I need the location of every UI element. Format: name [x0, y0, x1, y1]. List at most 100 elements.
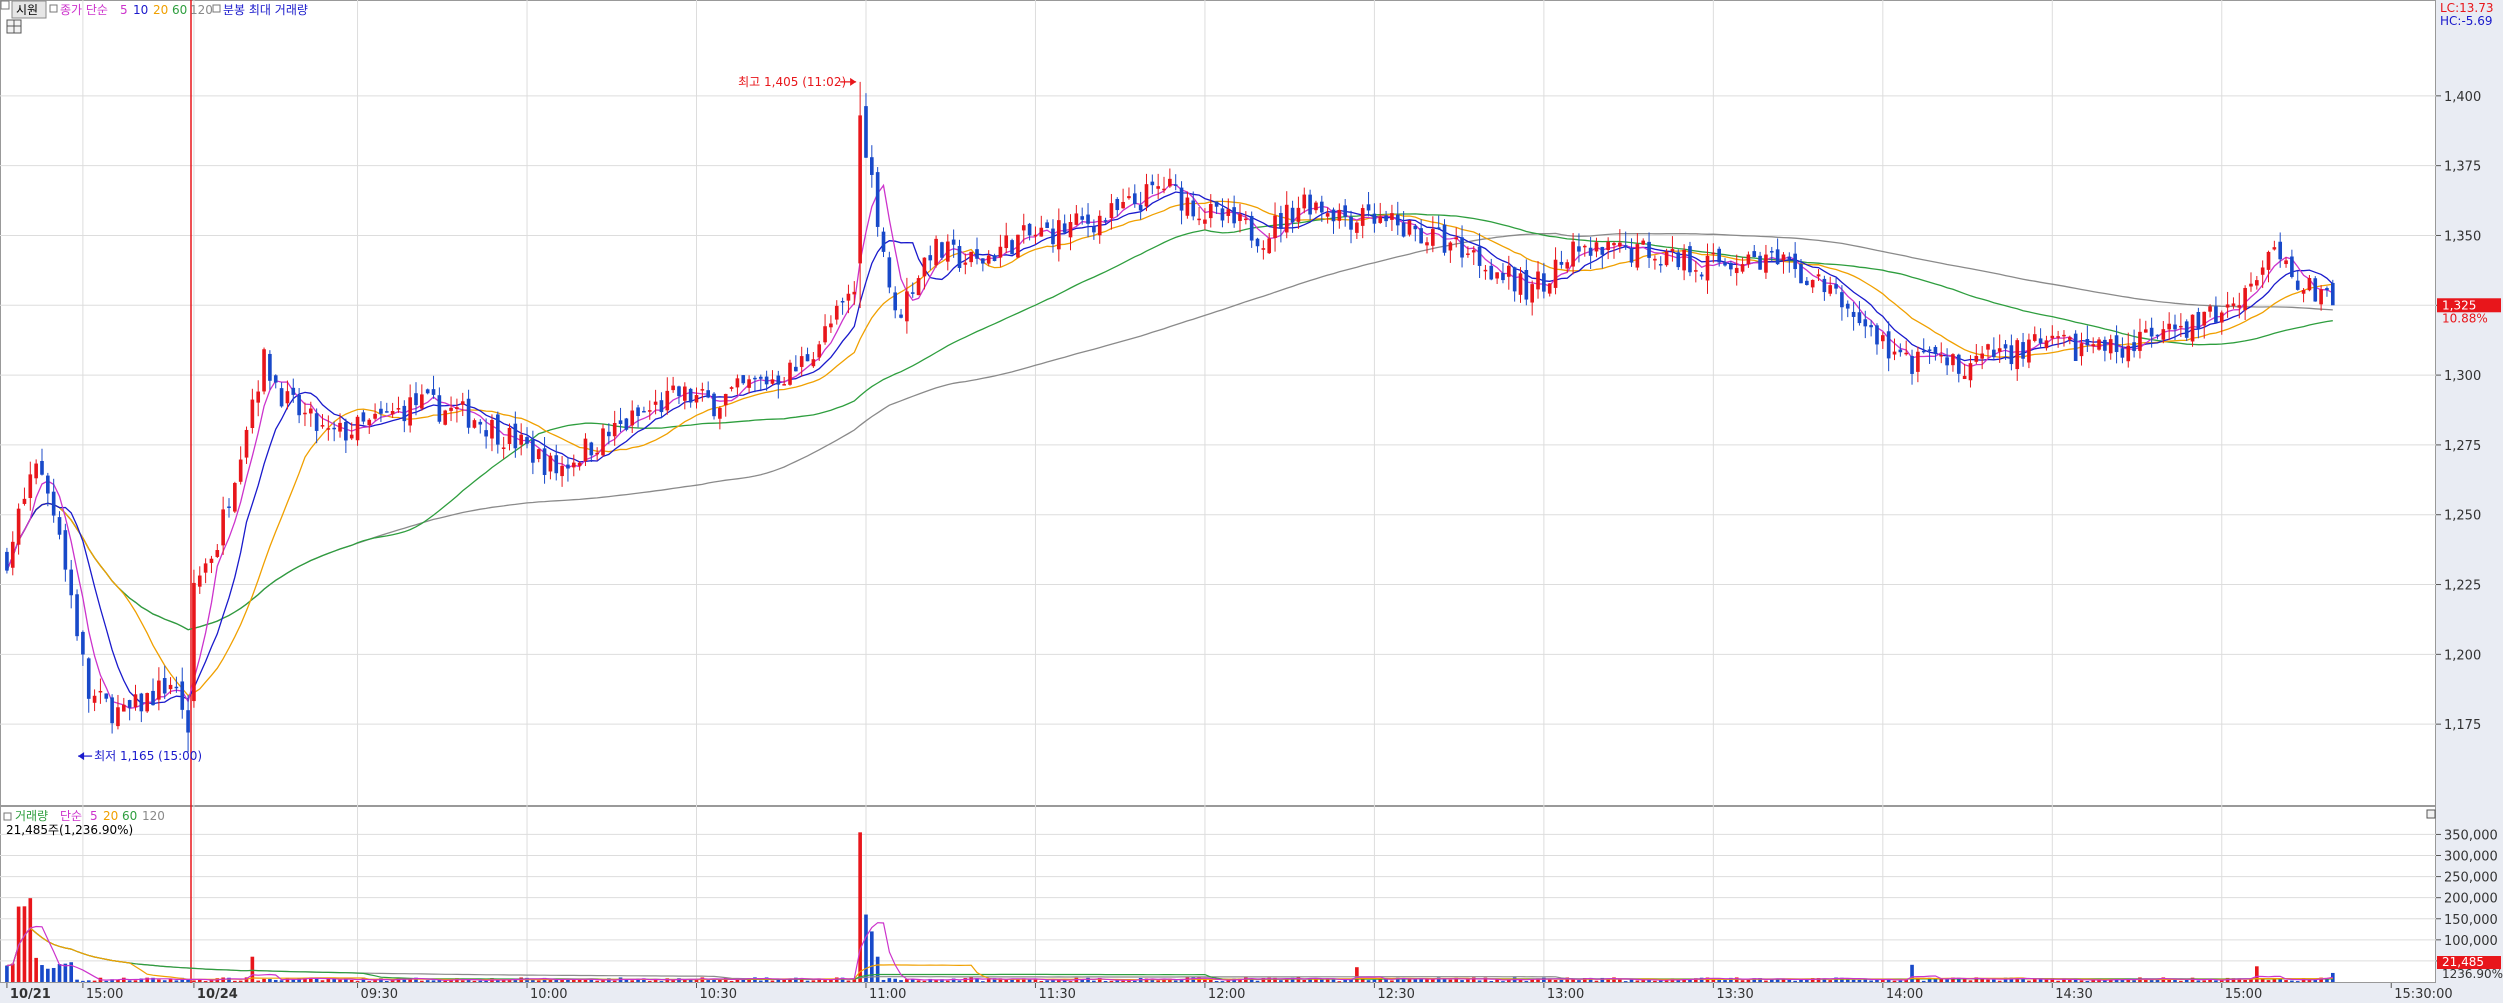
- candle-body[interactable]: [1466, 253, 1470, 255]
- candle-body[interactable]: [1723, 262, 1727, 266]
- candle-body[interactable]: [2219, 312, 2224, 323]
- candle-body[interactable]: [2190, 314, 2195, 342]
- volume-bar[interactable]: [472, 980, 477, 982]
- volume-bar[interactable]: [262, 978, 266, 982]
- volume-bar[interactable]: [1524, 981, 1529, 983]
- candle-body[interactable]: [1477, 246, 1482, 266]
- volume-bar[interactable]: [647, 980, 652, 982]
- candle-body[interactable]: [788, 362, 792, 385]
- candle-body[interactable]: [186, 710, 190, 733]
- volume-bar[interactable]: [910, 979, 915, 982]
- candle-body[interactable]: [583, 438, 588, 462]
- candle-body[interactable]: [554, 455, 559, 474]
- candle-body[interactable]: [881, 231, 886, 252]
- candle-body[interactable]: [75, 594, 79, 637]
- candle-body[interactable]: [618, 420, 623, 424]
- candle-body[interactable]: [1717, 248, 1721, 263]
- candle-body[interactable]: [875, 172, 880, 227]
- candle-body[interactable]: [2196, 311, 2201, 330]
- candle-body[interactable]: [1232, 207, 1236, 224]
- candle-body[interactable]: [1769, 251, 1774, 253]
- candle-body[interactable]: [951, 239, 956, 245]
- candle-body[interactable]: [2330, 282, 2335, 306]
- candle-body[interactable]: [1734, 267, 1739, 274]
- candle-body[interactable]: [268, 353, 272, 381]
- candle-body[interactable]: [1951, 354, 1955, 366]
- candle-body[interactable]: [1910, 355, 1914, 374]
- volume-bar[interactable]: [1787, 979, 1792, 982]
- candle-body[interactable]: [320, 425, 325, 427]
- candle-body[interactable]: [1483, 269, 1488, 272]
- volume-bar[interactable]: [659, 981, 664, 983]
- candle-body[interactable]: [2272, 247, 2277, 250]
- candle-body[interactable]: [1787, 256, 1792, 260]
- candle-body[interactable]: [495, 414, 500, 445]
- candle-body[interactable]: [349, 434, 354, 439]
- volume-bar[interactable]: [338, 979, 342, 982]
- volume-bar[interactable]: [349, 979, 354, 982]
- candle-body[interactable]: [1501, 272, 1505, 281]
- candle-body[interactable]: [69, 569, 74, 596]
- candle-body[interactable]: [1606, 241, 1610, 251]
- legend-toggle-icon[interactable]: [0, 0, 10, 10]
- candle-body[interactable]: [1273, 215, 1277, 239]
- candle-body[interactable]: [2243, 287, 2247, 311]
- volume-bar[interactable]: [630, 980, 635, 982]
- candle-body[interactable]: [1495, 272, 1499, 279]
- volume-bar[interactable]: [1489, 981, 1494, 983]
- volume-bar[interactable]: [1220, 981, 1225, 983]
- volume-panel-menu-icon[interactable]: [2426, 809, 2436, 819]
- candle-body[interactable]: [1144, 184, 1149, 207]
- volume-bar[interactable]: [81, 980, 85, 982]
- candle-body[interactable]: [694, 395, 699, 403]
- candle-body[interactable]: [794, 366, 798, 372]
- candle-body[interactable]: [2079, 343, 2084, 357]
- candle-body[interactable]: [1004, 235, 1009, 249]
- candle-body[interactable]: [22, 498, 27, 504]
- candle-body[interactable]: [1103, 220, 1108, 222]
- volume-bar[interactable]: [823, 980, 827, 982]
- volume-bar[interactable]: [1997, 980, 2002, 982]
- candle-body[interactable]: [741, 375, 746, 384]
- candle-body[interactable]: [303, 412, 307, 415]
- candle-body[interactable]: [1203, 219, 1207, 224]
- candle-body[interactable]: [2290, 256, 2294, 277]
- candle-body[interactable]: [1729, 262, 1733, 270]
- volume-bar[interactable]: [133, 980, 138, 982]
- candle-body[interactable]: [425, 389, 430, 394]
- candle-body[interactable]: [460, 401, 465, 405]
- candle-body[interactable]: [1892, 351, 1897, 355]
- candle-body[interactable]: [279, 388, 284, 407]
- candle-body[interactable]: [1921, 350, 1926, 353]
- candle-body[interactable]: [1314, 202, 1318, 211]
- candle-body[interactable]: [46, 475, 50, 494]
- candle-body[interactable]: [2278, 241, 2283, 260]
- volume-bar[interactable]: [1892, 980, 1897, 982]
- volume-bar[interactable]: [1255, 980, 1260, 982]
- volume-bar[interactable]: [1553, 980, 1558, 982]
- candle-body[interactable]: [700, 389, 705, 391]
- candle-body[interactable]: [2313, 278, 2318, 302]
- candle-body[interactable]: [1290, 207, 1295, 223]
- volume-bar[interactable]: [624, 979, 629, 982]
- volume-bar[interactable]: [945, 980, 950, 982]
- volume-bar[interactable]: [2243, 979, 2247, 982]
- candle-body[interactable]: [1191, 200, 1196, 217]
- candle-body[interactable]: [2103, 339, 2107, 351]
- candle-body[interactable]: [16, 508, 21, 545]
- candle-body[interactable]: [805, 354, 810, 362]
- volume-bar[interactable]: [2255, 966, 2259, 982]
- candle-body[interactable]: [922, 257, 927, 277]
- candle-body[interactable]: [677, 386, 681, 397]
- volume-bar[interactable]: [1723, 980, 1727, 982]
- candle-body[interactable]: [10, 541, 15, 568]
- candle-body[interactable]: [420, 394, 424, 409]
- volume-bar[interactable]: [916, 980, 921, 982]
- volume-bar[interactable]: [57, 964, 62, 982]
- candle-body[interactable]: [273, 375, 278, 383]
- volume-bar[interactable]: [127, 980, 132, 982]
- candle-body[interactable]: [332, 427, 336, 430]
- candle-body[interactable]: [2097, 339, 2101, 350]
- volume-bar[interactable]: [1103, 980, 1108, 982]
- candle-body[interactable]: [1933, 346, 1938, 354]
